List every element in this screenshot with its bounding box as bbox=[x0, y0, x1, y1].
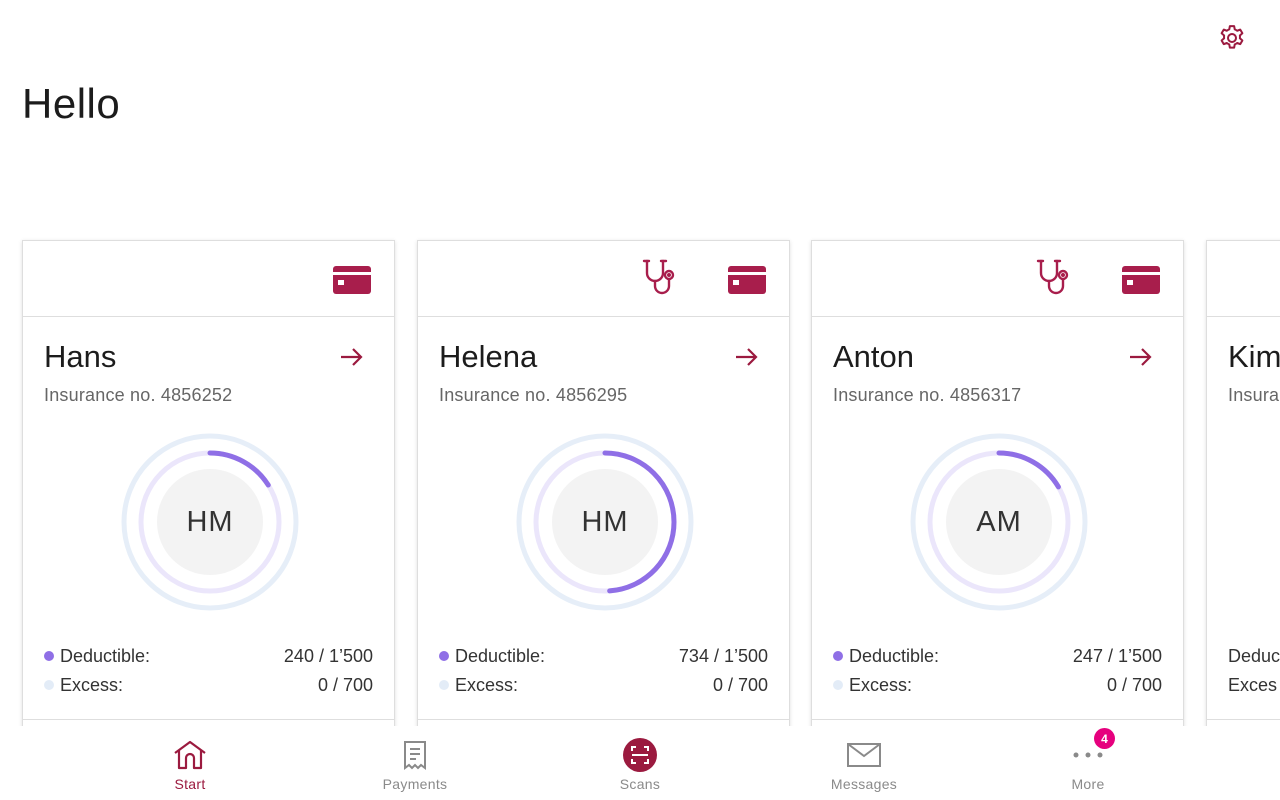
member-card[interactable]: Helena Insurance no. 4856295 HM Deductib… bbox=[417, 240, 790, 740]
excess-row: Excess: 0 / 700 bbox=[833, 674, 1162, 696]
member-name: Kim bbox=[1228, 339, 1280, 374]
deductible-label: Deduc bbox=[1228, 645, 1280, 666]
member-card[interactable]: Kim Insura Deduc Exces bbox=[1206, 240, 1280, 740]
card-header bbox=[23, 241, 394, 317]
member-name: Anton bbox=[833, 339, 915, 374]
nav-label: More bbox=[1071, 776, 1105, 792]
deductible-legend-dot bbox=[833, 651, 843, 661]
insurance-card-button[interactable] bbox=[1121, 263, 1161, 297]
member-initials-avatar: HM bbox=[186, 505, 234, 538]
doctor-button[interactable] bbox=[1035, 259, 1075, 295]
deductible-label: Deductible: bbox=[849, 645, 940, 666]
excess-legend-dot bbox=[439, 680, 449, 690]
excess-label: Excess: bbox=[455, 674, 519, 695]
arrow-right-icon bbox=[341, 348, 363, 366]
bottom-navigation: Start Payments Scans Messages 4 More bbox=[0, 726, 1280, 800]
excess-row: Exces bbox=[1228, 674, 1280, 696]
gear-icon bbox=[1220, 25, 1244, 49]
card-header bbox=[1207, 241, 1280, 317]
page-title: Hello bbox=[22, 80, 121, 127]
deductible-row: Deductible: 247 / 1’500 bbox=[833, 645, 1162, 667]
insurance-number: Insurance no. 4856317 bbox=[833, 385, 1022, 405]
doctor-button[interactable] bbox=[641, 259, 681, 295]
deductible-progress-ring: HM bbox=[119, 431, 301, 613]
insurance-number: Insurance no. 4856252 bbox=[44, 385, 233, 405]
deductible-label: Deductible: bbox=[60, 645, 151, 666]
member-details-button[interactable] bbox=[733, 343, 761, 371]
deductible-row: Deductible: 734 / 1’500 bbox=[439, 645, 768, 667]
divider bbox=[812, 719, 1183, 720]
excess-legend-dot bbox=[833, 680, 843, 690]
divider bbox=[1207, 719, 1280, 720]
stethoscope-icon bbox=[642, 259, 675, 295]
insurance-number: Insurance no. 4856295 bbox=[439, 385, 628, 405]
insurance-card-button[interactable] bbox=[332, 263, 372, 297]
excess-value: 0 / 700 bbox=[712, 674, 768, 695]
member-details-button[interactable] bbox=[338, 343, 366, 371]
excess-value: 0 / 700 bbox=[1106, 674, 1162, 695]
home-screen: Hello Hans Insurance no. 4856252 HM Dedu… bbox=[0, 0, 1280, 800]
excess-row: Excess: 0 / 700 bbox=[44, 674, 373, 696]
card-header bbox=[812, 241, 1183, 317]
nav-label: Payments bbox=[382, 776, 448, 792]
excess-value: 0 / 700 bbox=[317, 674, 373, 695]
deductible-label: Deductible: bbox=[455, 645, 546, 666]
member-card[interactable]: Hans Insurance no. 4856252 HM Deductible… bbox=[22, 240, 395, 740]
nav-scans[interactable]: Scans bbox=[580, 738, 700, 798]
deductible-progress-ring: AM bbox=[908, 431, 1090, 613]
insurance-number: Insura bbox=[1228, 385, 1280, 405]
settings-button[interactable] bbox=[1214, 20, 1250, 56]
excess-label: Excess: bbox=[60, 674, 124, 695]
insurance-card-icon bbox=[728, 266, 766, 294]
nav-start[interactable]: Start bbox=[130, 738, 250, 798]
excess-label: Exces bbox=[1228, 674, 1278, 695]
nav-payments[interactable]: Payments bbox=[355, 738, 475, 798]
excess-row: Excess: 0 / 700 bbox=[439, 674, 768, 696]
deductible-row: Deductible: 240 / 1’500 bbox=[44, 645, 373, 667]
excess-label: Excess: bbox=[849, 674, 913, 695]
excess-legend-dot bbox=[44, 680, 54, 690]
deductible-value: 734 / 1’500 bbox=[678, 645, 768, 666]
deductible-value: 247 / 1’500 bbox=[1072, 645, 1162, 666]
insurance-card-icon bbox=[333, 266, 371, 294]
deductible-legend-dot bbox=[44, 651, 54, 661]
member-card[interactable]: Anton Insurance no. 4856317 AM Deductibl… bbox=[811, 240, 1184, 740]
nav-label: Messages bbox=[830, 776, 898, 792]
divider bbox=[23, 719, 394, 720]
member-name: Helena bbox=[439, 339, 538, 374]
more-dots-icon bbox=[1073, 752, 1103, 758]
card-header bbox=[418, 241, 789, 317]
member-name: Hans bbox=[44, 339, 117, 374]
deductible-progress-ring: HM bbox=[514, 431, 696, 613]
arrow-right-icon bbox=[1130, 348, 1152, 366]
divider bbox=[418, 719, 789, 720]
member-details-button[interactable] bbox=[1127, 343, 1155, 371]
receipt-icon bbox=[404, 741, 426, 770]
member-initials-avatar: AM bbox=[976, 505, 1022, 538]
deductible-value: 240 / 1’500 bbox=[283, 645, 373, 666]
nav-messages[interactable]: Messages bbox=[804, 738, 924, 798]
deductible-legend-dot bbox=[439, 651, 449, 661]
member-initials-avatar: HM bbox=[581, 505, 629, 538]
deductible-row: Deduc bbox=[1228, 645, 1280, 667]
nav-label: Start bbox=[174, 776, 206, 792]
envelope-icon bbox=[847, 743, 881, 767]
nav-label: Scans bbox=[619, 776, 661, 792]
insurance-card-icon bbox=[1122, 266, 1160, 294]
stethoscope-icon bbox=[1036, 259, 1069, 295]
insurance-card-button[interactable] bbox=[727, 263, 767, 297]
arrow-right-icon bbox=[736, 348, 758, 366]
home-icon bbox=[174, 740, 206, 770]
notification-badge: 4 bbox=[1094, 728, 1115, 749]
scan-icon bbox=[623, 738, 657, 772]
nav-more[interactable]: 4 More bbox=[1028, 728, 1148, 798]
